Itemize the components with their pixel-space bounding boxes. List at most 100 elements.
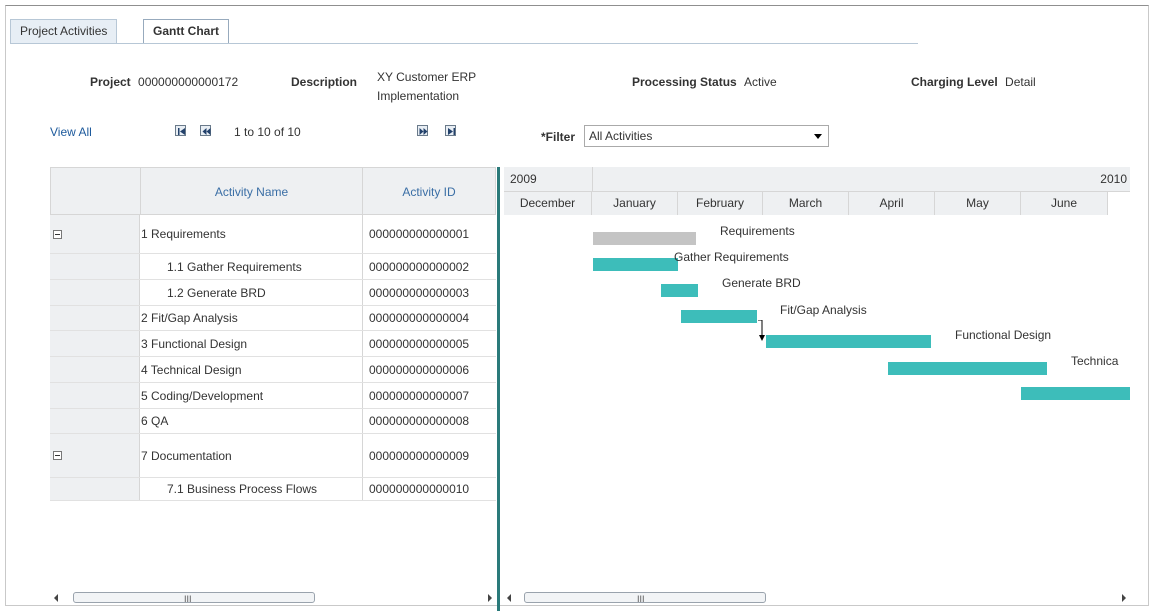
table-row[interactable]: 7.1 Business Process Flows 00000000000001… [50,478,496,501]
chevron-down-icon [814,134,822,139]
row-expand-cell [50,357,140,382]
previous-page-icon[interactable] [200,125,211,136]
charging-level-field: Charging Level Detail [911,75,1036,89]
description-value: XY Customer ERP Implementation [377,70,477,103]
activity-name-cell: 7 Documentation [141,448,232,463]
grid-horizontal-scrollbar[interactable]: III [50,591,496,606]
gantt-task-bar[interactable] [1021,387,1130,400]
row-expand-cell [50,478,140,500]
gantt-task-bar[interactable] [661,284,698,297]
project-field: Project 000000000000172 [90,75,238,89]
filter-select[interactable]: All Activities [584,125,829,147]
collapse-icon[interactable] [53,451,62,460]
activity-id-cell: 000000000000004 [362,306,496,330]
gantt-summary-bar[interactable] [593,232,696,245]
collapse-icon[interactable] [53,229,62,239]
activity-id-header[interactable]: Activity ID [362,167,496,215]
activity-id-cell: 000000000000010 [362,478,496,500]
activity-id-cell: 000000000000009 [362,434,496,477]
table-row[interactable]: 3 Functional Design 000000000000005 [50,331,496,357]
last-page-icon[interactable] [445,125,456,136]
activity-id-cell: 000000000000003 [362,280,496,305]
activity-id-cell: 000000000000002 [362,254,496,279]
row-expand-cell [50,215,140,253]
gantt-task-bar[interactable] [888,362,1047,375]
activity-id-cell: 000000000000008 [362,409,496,433]
activity-id-cell: 000000000000005 [362,331,496,356]
table-row[interactable]: 1.2 Generate BRD 000000000000003 [50,280,496,306]
gantt-bar-label: Fit/Gap Analysis [780,303,867,317]
project-label: Project [90,75,131,89]
gantt-task-bar[interactable] [766,335,931,348]
row-expand-cell [50,280,140,305]
gantt-chart: 2009 2010 December January February March Ap… [504,167,1130,597]
activity-id-cell: 000000000000007 [362,383,496,408]
row-expand-cell [50,383,140,408]
gantt-bar-label: Functional Design [955,328,1052,342]
table-row[interactable]: 4 Technical Design 000000000000006 [50,357,496,383]
month-header: March [763,192,849,215]
year-label-2009: 2009 [504,167,592,192]
next-page-icon[interactable] [417,125,428,136]
activity-name-cell: 2 Fit/Gap Analysis [141,311,238,325]
project-value: 000000000000172 [138,75,239,89]
gantt-bar-label: Gather Requirements [674,250,789,264]
gantt-task-bar[interactable] [681,310,757,323]
month-header: December [504,192,592,215]
table-row[interactable]: 1 Requirements 000000000000001 [50,215,496,254]
gantt-bar-label: Generate BRD [722,276,801,290]
charging-level-value: Detail [1005,75,1036,89]
tab-project-activities[interactable]: Project Activities [10,19,118,43]
row-expand-cell [50,331,140,356]
month-header: May [935,192,1021,215]
view-all-link[interactable]: View All [50,125,92,139]
activity-id-cell: 000000000000001 [362,215,496,253]
activity-name-cell: 1 Requirements [141,227,226,241]
month-header: January [592,192,678,215]
activity-name-header[interactable]: Activity Name [140,167,363,215]
table-row[interactable]: 5 Coding/Development 000000000000007 [50,383,496,409]
scroll-left-icon[interactable] [507,594,511,602]
scroll-right-icon[interactable] [488,594,492,602]
activity-name-cell: 4 Technical Design [141,362,242,377]
row-range-text: 1 to 10 of 10 [234,125,301,139]
description-label: Description [291,75,358,89]
month-header: February [678,192,763,215]
grid-corner-header [50,167,141,215]
activity-name-cell: 1.2 Generate BRD [167,285,266,300]
pane-splitter[interactable] [497,167,500,611]
activity-name-cell: 7.1 Business Process Flows [167,482,318,496]
processing-status-value: Active [744,75,777,89]
table-row[interactable]: 1.1 Gather Requirements 000000000000002 [50,254,496,280]
row-expand-cell [50,409,140,433]
processing-status-label: Processing Status [632,75,737,89]
filter-select-value: All Activities [589,129,653,143]
scroll-left-icon[interactable] [54,594,58,602]
year-label-2010: 2010 [592,167,1130,192]
gantt-bar-label: Technica [1071,354,1119,368]
gantt-horizontal-scrollbar[interactable]: III [503,591,1130,606]
row-expand-cell [50,254,140,279]
tab-underline [10,43,918,44]
filter-label: *Filter [541,130,576,144]
activity-id-cell: 000000000000006 [362,357,496,382]
tab-gantt-chart[interactable]: Gantt Chart [143,19,229,44]
grid-scroll-thumb[interactable]: III [73,592,315,604]
scroll-right-icon[interactable] [1122,594,1126,602]
charging-level-label: Charging Level [911,75,998,89]
activity-name-cell: 3 Functional Design [141,336,248,351]
activity-name-cell: 5 Coding/Development [141,388,264,403]
processing-status-field: Processing Status Active [632,75,777,89]
table-row[interactable]: 6 QA 000000000000008 [50,409,496,434]
activity-name-cell: 6 QA [141,414,169,428]
table-row[interactable]: 2 Fit/Gap Analysis 000000000000004 [50,306,496,331]
activity-name-cell: 1.1 Gather Requirements [167,259,302,274]
first-page-icon[interactable] [175,125,186,136]
month-header: April [849,192,935,215]
dependency-arrow-icon [757,319,769,344]
table-row[interactable]: 7 Documentation 000000000000009 [50,434,496,478]
row-expand-cell [50,306,140,330]
gantt-scroll-thumb[interactable]: III [524,592,766,604]
row-expand-cell [50,434,140,477]
gantt-task-bar[interactable] [593,258,678,271]
